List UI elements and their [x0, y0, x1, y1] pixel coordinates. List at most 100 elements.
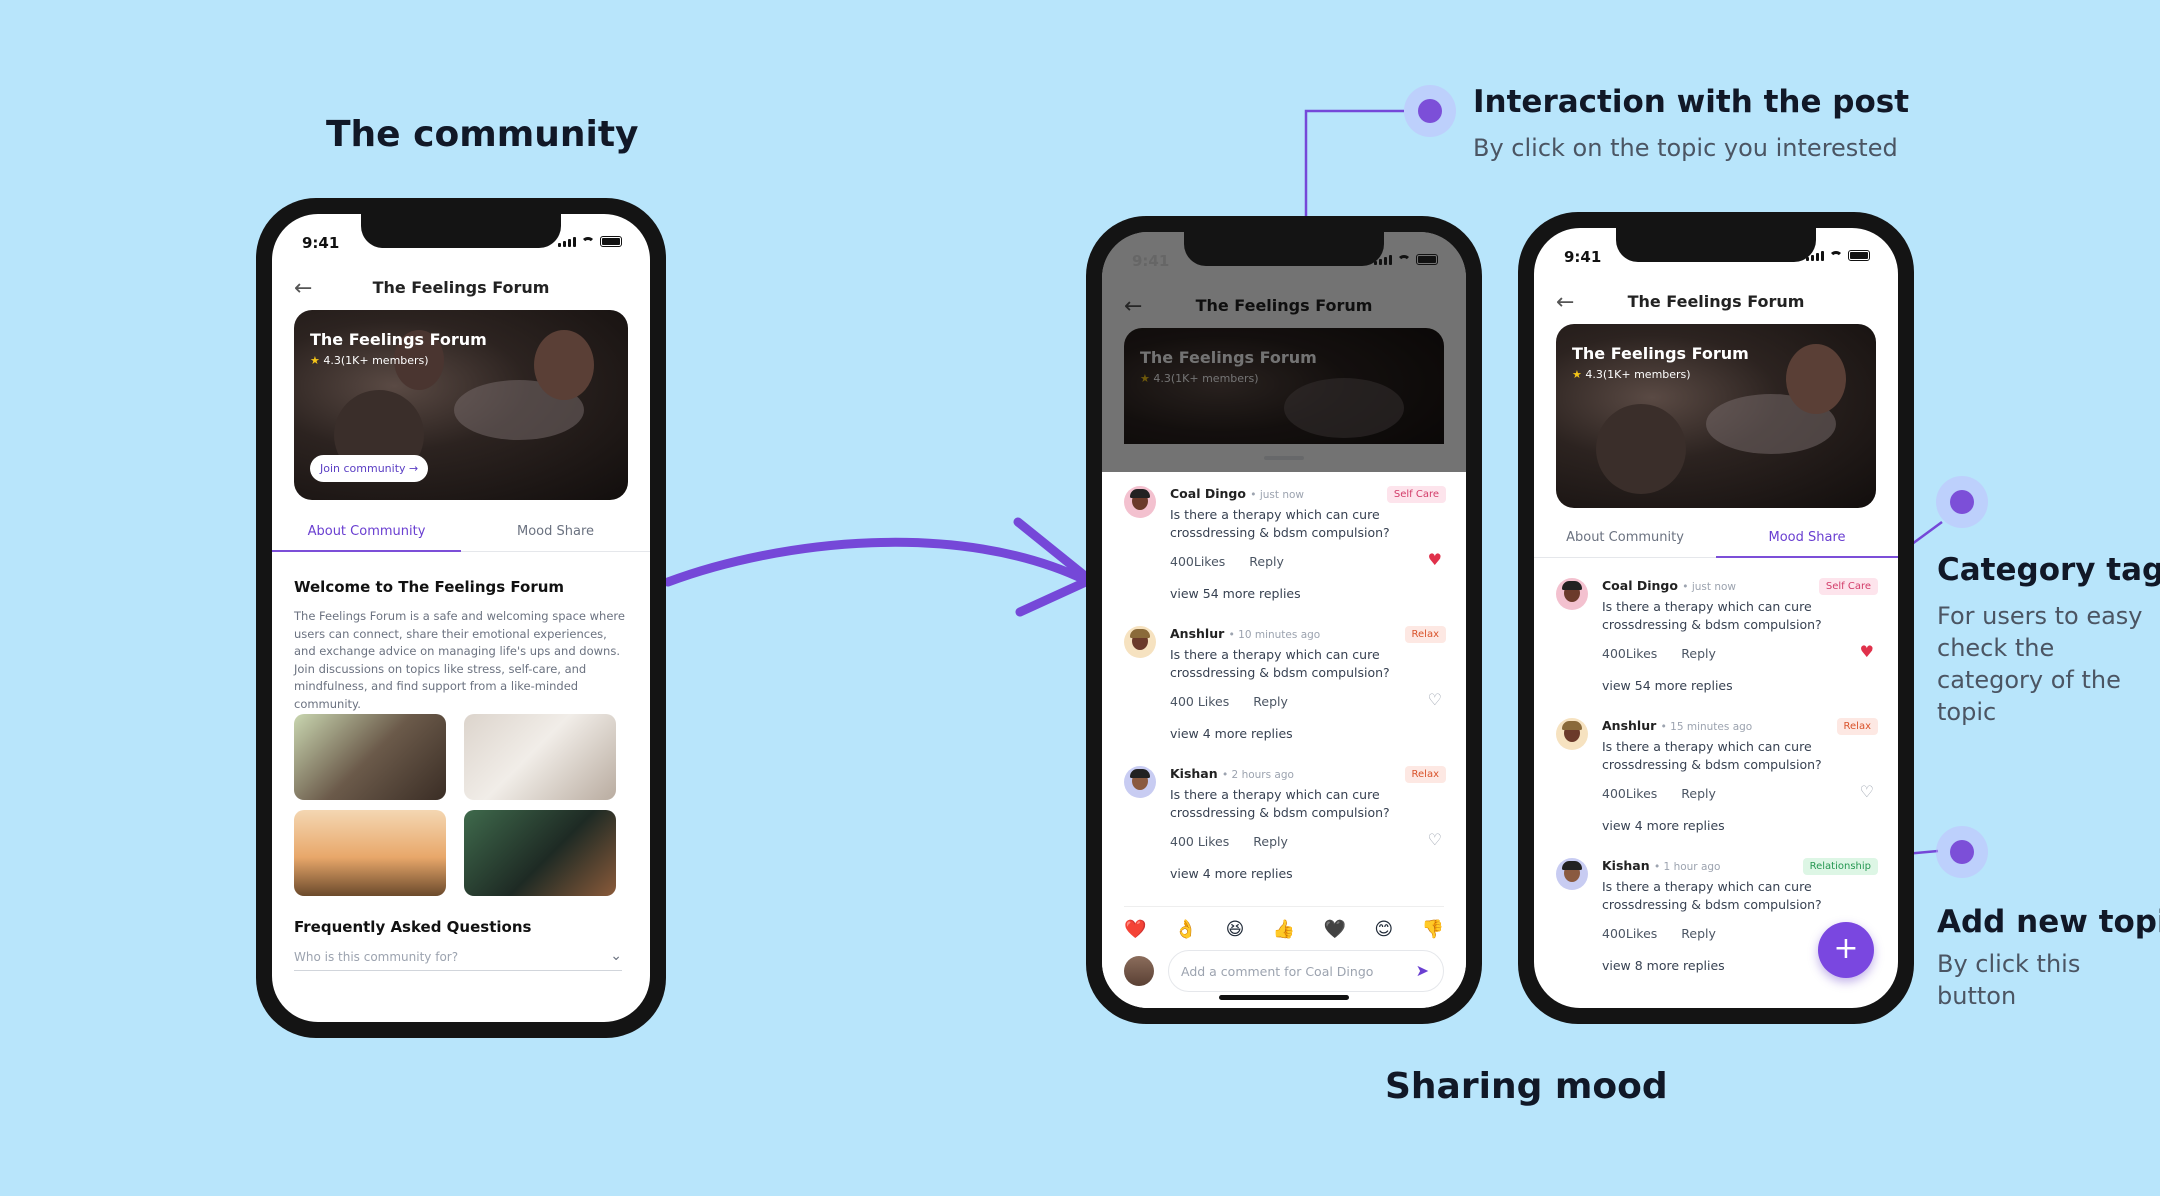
join-community-button[interactable]: Join community →: [310, 455, 429, 482]
comment-meta: 400 Likes Reply: [1170, 834, 1288, 849]
comment-author: Kishan • 1 hour ago: [1602, 858, 1721, 873]
avatar: [1124, 626, 1156, 658]
heading-the-community: The community: [326, 114, 639, 155]
category-tag[interactable]: Relax: [1404, 626, 1446, 643]
likes-count: 400Likes: [1602, 926, 1658, 941]
gallery-photo[interactable]: [294, 810, 446, 896]
community-hero-image: The Feelings Forum ★ 4.3(1K+ members): [1556, 324, 1876, 508]
phone-notch: [1184, 232, 1384, 266]
addtopic-description: By click this button: [1937, 950, 2081, 1010]
likes-count: 400 Likes: [1170, 694, 1230, 709]
category-tag[interactable]: Self Care: [1386, 486, 1446, 503]
emoji-smile[interactable]: 😊: [1374, 919, 1393, 940]
comment-text: Is there a therapy which can cure crossd…: [1602, 739, 1822, 772]
phone-mood-share: 9:41 ← The Feelings Forum The Feelings F…: [1518, 212, 1914, 1024]
reply-button[interactable]: Reply: [1253, 834, 1288, 849]
comment-item: Anshlur • 10 minutes ago Relax Is there …: [1102, 620, 1466, 760]
emoji-laugh[interactable]: 😆: [1226, 919, 1245, 940]
comment-meta: 400Likes Reply: [1170, 554, 1284, 569]
reply-button[interactable]: Reply: [1681, 926, 1716, 941]
view-more-replies[interactable]: view 8 more replies: [1602, 958, 1725, 973]
phone-comments-sheet: 9:41 ← The Feelings Forum The Feelings F…: [1086, 216, 1482, 1024]
view-more-replies[interactable]: view 4 more replies: [1170, 726, 1293, 741]
tab-about-community[interactable]: About Community: [272, 524, 461, 539]
star-icon: ★: [310, 354, 320, 367]
status-time: 9:41: [1132, 252, 1170, 270]
interaction-subtitle: By click on the topic you interested: [1473, 134, 1898, 162]
addtopic-title: Add new topic: [1937, 904, 2160, 940]
interaction-dot: [1404, 85, 1456, 137]
comment-input[interactable]: Add a comment for Coal Dingo ➤: [1168, 950, 1444, 992]
gallery-photo[interactable]: [464, 810, 616, 896]
status-icons: [558, 236, 622, 247]
faq-dropdown[interactable]: Who is this community for? ⌄: [294, 948, 622, 971]
heart-outline-icon[interactable]: ♡: [1428, 830, 1442, 849]
hero-title: The Feelings Forum: [310, 330, 487, 349]
star-icon: ★: [1572, 368, 1582, 381]
heart-outline-icon[interactable]: ♡: [1860, 782, 1874, 801]
app-header: ← The Feelings Forum: [272, 270, 650, 310]
reply-button[interactable]: Reply: [1681, 646, 1716, 661]
emoji-ok-hand[interactable]: 👌: [1175, 919, 1197, 940]
heart-filled-icon[interactable]: ♥: [1860, 642, 1874, 661]
signal-icon: [558, 237, 576, 247]
avatar: [1556, 578, 1588, 610]
emoji-heart[interactable]: ❤️: [1124, 919, 1146, 940]
heart-filled-icon[interactable]: ♥: [1428, 550, 1442, 569]
community-hero-image: The Feelings Forum ★ 4.3(1K+ members) Jo…: [294, 310, 628, 500]
avatar: [1124, 766, 1156, 798]
view-more-replies[interactable]: view 4 more replies: [1170, 866, 1293, 881]
main-arrow-curve: [663, 537, 1090, 587]
heading-sharing-mood: Sharing mood: [1385, 1066, 1668, 1107]
tab-bar: About Community Mood Share: [1534, 522, 1898, 558]
emoji-thumbs-up[interactable]: 👍: [1273, 919, 1295, 940]
status-icons: [1374, 254, 1438, 265]
interaction-title: Interaction with the post: [1473, 84, 1910, 120]
category-title: Category tag: [1937, 552, 2160, 588]
gallery-photo[interactable]: [464, 714, 616, 800]
comment-meta: 400 Likes Reply: [1170, 694, 1288, 709]
comment-author: Anshlur • 10 minutes ago: [1170, 626, 1321, 641]
tab-mood-share[interactable]: Mood Share: [461, 524, 650, 539]
status-icons: [1806, 250, 1870, 261]
likes-count: 400Likes: [1602, 786, 1658, 801]
category-tag[interactable]: Relationship: [1802, 858, 1878, 875]
send-icon[interactable]: ➤: [1416, 961, 1429, 980]
view-more-replies[interactable]: view 54 more replies: [1602, 678, 1733, 693]
tab-bar: About Community Mood Share: [272, 516, 650, 552]
view-more-replies[interactable]: view 54 more replies: [1170, 586, 1301, 601]
reply-button[interactable]: Reply: [1681, 786, 1716, 801]
hero-shape: [534, 330, 594, 400]
status-time: 9:41: [1564, 248, 1602, 266]
emoji-thumbs-down[interactable]: 👎: [1422, 919, 1444, 940]
category-tag[interactable]: Self Care: [1818, 578, 1878, 595]
chevron-down-icon: ⌄: [610, 948, 622, 964]
category-tag[interactable]: Relax: [1404, 766, 1446, 783]
comment-meta: 400Likes Reply: [1602, 926, 1716, 941]
view-more-replies[interactable]: view 4 more replies: [1602, 818, 1725, 833]
reply-button[interactable]: Reply: [1249, 554, 1284, 569]
tab-mood-share[interactable]: Mood Share: [1716, 530, 1898, 545]
emoji-black-heart[interactable]: 🖤: [1324, 919, 1346, 940]
add-topic-button[interactable]: +: [1818, 922, 1874, 978]
gallery-photo[interactable]: [294, 714, 446, 800]
comment-author: Kishan • 2 hours ago: [1170, 766, 1294, 781]
reply-button[interactable]: Reply: [1253, 694, 1288, 709]
phone-notch: [361, 214, 561, 248]
phone-screen: 9:41 ← The Feelings Forum The Feelings F…: [1102, 232, 1466, 1008]
addtopic-dot: [1936, 826, 1988, 878]
wifi-icon: [1397, 255, 1411, 265]
category-description: For users to easy check the category of …: [1937, 602, 2143, 726]
tab-about-community[interactable]: About Community: [1534, 530, 1716, 545]
home-indicator: [1219, 995, 1349, 1000]
comment-text: Is there a therapy which can cure crossd…: [1602, 879, 1822, 912]
category-tag[interactable]: Relax: [1836, 718, 1878, 735]
header-title: The Feelings Forum: [372, 278, 550, 297]
phone-screen: 9:41 ← The Feelings Forum The Feelings F…: [1534, 228, 1898, 1008]
header-title: The Feelings Forum: [1627, 292, 1805, 311]
welcome-title: Welcome to The Feelings Forum: [294, 578, 565, 596]
tab-active-indicator: [272, 550, 461, 552]
hero-rating: ★ 4.3(1K+ members): [1572, 368, 1691, 381]
heart-outline-icon[interactable]: ♡: [1428, 690, 1442, 709]
likes-count: 400 Likes: [1170, 834, 1230, 849]
